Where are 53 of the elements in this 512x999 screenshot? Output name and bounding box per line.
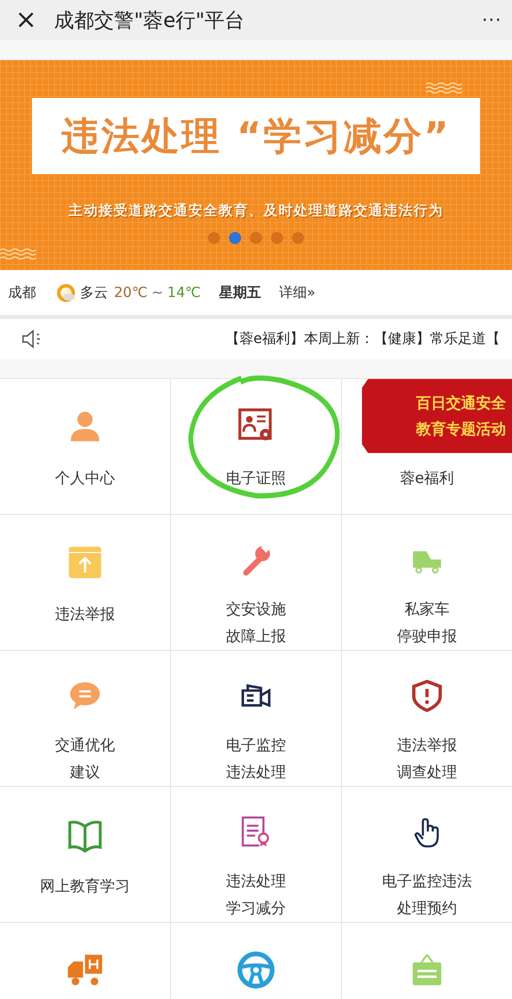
menu-tile[interactable]: 个人中心 — [0, 379, 170, 514]
menu-tile[interactable]: 交安设施 故障上报 — [171, 515, 341, 650]
carousel-dot[interactable] — [208, 232, 220, 244]
steering-wheel-icon — [237, 951, 275, 989]
menu-tile[interactable]: 电子监控违法 处理预约 — [342, 787, 512, 922]
tile-label: 电子监控 — [226, 735, 286, 756]
temperature-separator: ~ — [152, 284, 164, 300]
more-button[interactable]: ··· — [482, 10, 502, 30]
tile-label: 电子证照 — [226, 468, 286, 489]
menu-tile[interactable]: 违法处理 学习减分 — [171, 787, 341, 922]
tile-label: 蓉e福利 — [400, 468, 454, 489]
menu-tile[interactable]: 违法举报 — [0, 515, 170, 650]
menu-tile[interactable]: 交通优化 建议 — [0, 651, 170, 786]
promo-ribbon[interactable]: 百日交通安全 教育专题活动 — [362, 379, 512, 453]
tile-label: 私家车 — [404, 599, 450, 620]
tile-label: 电子监控违法 — [382, 871, 472, 892]
menu-tile[interactable]: 违法举报 调查处理 — [342, 651, 512, 786]
menu-tile[interactable]: 网上教育学习 — [0, 787, 170, 922]
tile-label: 违法举报 — [55, 604, 115, 625]
banner-headline: 违法处理 “学习减分” — [32, 98, 480, 174]
tile-label: 停驶申报 — [397, 626, 457, 647]
city-label: 成都 — [8, 284, 36, 302]
tile-label: 网上教育学习 — [40, 876, 130, 897]
tile-label: 违法处理 — [226, 871, 286, 892]
tile-label: 个人中心 — [55, 468, 115, 489]
tile-label: 违法处理 — [226, 762, 286, 783]
tile-label: 故障上报 — [226, 626, 286, 647]
banner-subline: 主动接受道路交通安全教育、及时处理道路交通违法行为 — [68, 202, 444, 220]
weekday-label: 星期五 — [218, 284, 261, 302]
high-temperature: 20℃ — [114, 284, 148, 300]
tile-label: 交通优化 — [55, 735, 115, 756]
wave-icon — [0, 248, 36, 260]
menu-tile[interactable]: 百日交通安全 教育专题活动 蓉e福利 — [342, 379, 512, 514]
window-title: 成都交警"蓉e行"平台 — [54, 6, 246, 34]
low-temperature: 14℃ — [167, 284, 201, 300]
ribbon-text: 百日交通安全 — [416, 393, 506, 414]
tile-label: 交安设施 — [226, 599, 286, 620]
tile-label: 调查处理 — [397, 762, 457, 783]
tile-label: 建议 — [70, 762, 100, 783]
details-link[interactable]: 详细» — [278, 284, 316, 302]
wave-icon — [426, 82, 462, 94]
weather-condition: 多云 — [80, 284, 108, 302]
ribbon-text: 教育专题活动 — [416, 419, 506, 440]
carousel-dot[interactable] — [271, 232, 283, 244]
tile-label: 处理预约 — [397, 898, 457, 919]
menu-tile[interactable]: 电子监控 违法处理 — [171, 651, 341, 786]
tile-label: 学习减分 — [226, 898, 286, 919]
tile-label: 违法举报 — [397, 735, 457, 756]
carousel-dot[interactable] — [229, 232, 241, 244]
menu-tile[interactable]: 私家车 停驶申报 — [342, 515, 512, 650]
carousel-dot[interactable] — [292, 232, 304, 244]
close-button[interactable]: × — [12, 6, 40, 34]
carousel-dot[interactable] — [250, 232, 262, 244]
